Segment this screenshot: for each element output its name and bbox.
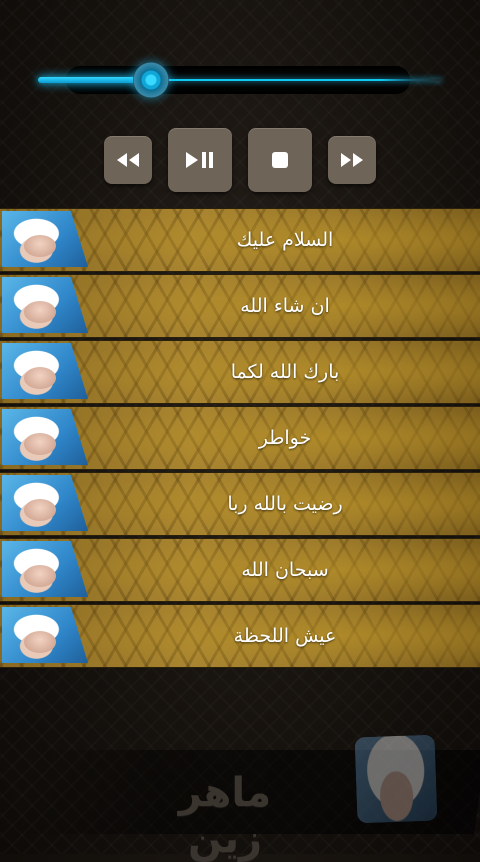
track-row[interactable]: عيش اللحظة	[0, 604, 480, 668]
track-title: بارك الله لكما	[230, 361, 340, 383]
track-title: خواطر	[258, 427, 312, 449]
fast-forward-icon	[341, 153, 363, 167]
track-title: السلام عليك	[236, 229, 334, 251]
track-thumbnail	[2, 541, 88, 597]
track-row[interactable]: ان شاء الله	[0, 274, 480, 338]
track-thumbnail	[2, 277, 88, 333]
artist-banner: ماهر زين	[14, 732, 480, 862]
playback-controls	[0, 128, 480, 192]
track-thumbnail	[2, 475, 88, 531]
rewind-icon	[117, 153, 139, 167]
seek-thumb[interactable]	[133, 62, 169, 98]
play-pause-button[interactable]	[168, 128, 232, 192]
track-title: رضيت بالله ربا	[227, 493, 343, 515]
play-pause-icon	[186, 152, 213, 168]
track-title: ان شاء الله	[240, 295, 330, 317]
track-row[interactable]: السلام عليك	[0, 208, 480, 272]
track-row[interactable]: خواطر	[0, 406, 480, 470]
fast-forward-button[interactable]	[328, 136, 376, 184]
track-row[interactable]: رضيت بالله ربا	[0, 472, 480, 536]
track-list: السلام عليك ان شاء الله بارك الله لكما خ…	[0, 208, 480, 670]
track-title: عيش اللحظة	[233, 625, 337, 647]
artist-avatar	[354, 734, 438, 824]
stop-button[interactable]	[248, 128, 312, 192]
track-thumbnail	[2, 409, 88, 465]
track-thumbnail	[2, 607, 88, 663]
track-thumbnail	[2, 211, 88, 267]
stop-icon	[272, 152, 288, 168]
rewind-button[interactable]	[104, 136, 152, 184]
track-row[interactable]: بارك الله لكما	[0, 340, 480, 404]
track-thumbnail	[2, 343, 88, 399]
seek-bar[interactable]	[38, 62, 442, 98]
artist-name: ماهر زين	[178, 770, 272, 862]
track-row[interactable]: سبحان الله	[0, 538, 480, 602]
track-title: سبحان الله	[241, 559, 329, 581]
